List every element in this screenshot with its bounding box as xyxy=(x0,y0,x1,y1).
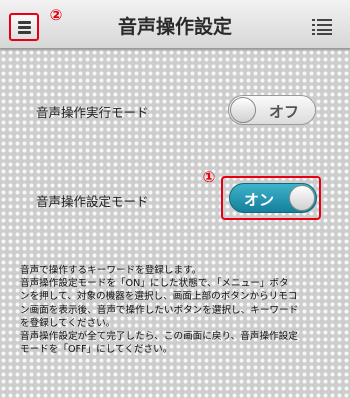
description-line: 音声操作設定モードを「ON」にした状態で、「メニュー」ボタ xyxy=(20,278,289,290)
voice-setting-mode-label: 音声操作設定モード xyxy=(36,194,149,209)
toggle-state-text: オン xyxy=(244,191,275,209)
description-line: を登録してください。 xyxy=(20,317,116,329)
voice-exec-mode-toggle[interactable]: オフ xyxy=(228,95,316,125)
description-text: 音声で操作するキーワードを登録します。 音声操作設定モードを「ON」にした状態で… xyxy=(20,264,346,356)
app-header: ② 音声操作設定 xyxy=(0,0,350,49)
voice-setting-mode-toggle[interactable]: オン xyxy=(229,183,317,213)
description-line: モードを「OFF」にしてください。 xyxy=(20,344,173,356)
description-line: ンを押して、対象の機器を選択し、画面上部のボタンからリモコ xyxy=(20,291,298,303)
description-line: 音声操作設定が全て完了したら、この画面に戻り、音声操作設定 xyxy=(20,331,298,343)
annotation-marker-1: ① xyxy=(202,168,216,186)
toggle-state-text: オフ xyxy=(269,103,300,121)
toggle-knob xyxy=(230,97,256,123)
voice-exec-mode-label: 音声操作実行モード xyxy=(36,105,149,120)
description-line: 音声で操作するキーワードを登録します。 xyxy=(20,265,202,276)
list-view-icon[interactable] xyxy=(312,19,332,35)
toggle-knob xyxy=(289,185,315,211)
page-title: 音声操作設定 xyxy=(117,16,232,38)
description-line: ン画面を表示後、音声で操作したいボタンを選択し、キーワード xyxy=(20,304,299,316)
